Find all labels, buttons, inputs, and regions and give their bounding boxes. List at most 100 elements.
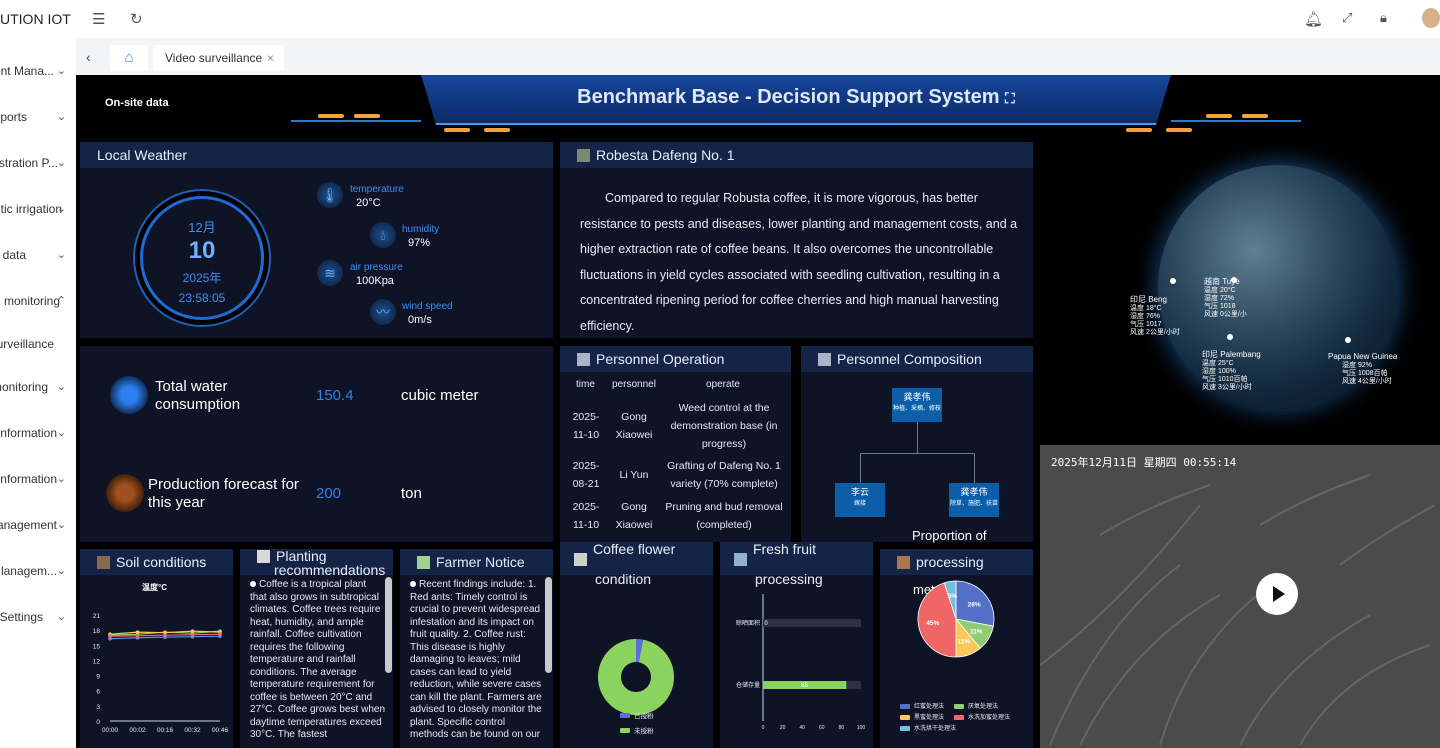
sidebar-item-0[interactable]: ent Mana...⌄ (0, 62, 76, 82)
person-part: Xiaowei (615, 429, 653, 441)
sidebar-item-label: data (2, 248, 26, 262)
lock-icon[interactable]: 🔒︎ (1380, 10, 1387, 26)
farmer-text-wrap: Recent findings include: 1. Red ants: Ti… (410, 579, 545, 742)
personnel-composition-panel: Personnel Composition 龚孝伟 种植、采摘、修枝 李云 嫁接 龚… (801, 346, 1033, 543)
close-icon[interactable]: × (267, 45, 274, 71)
date-part: 2025- (572, 460, 600, 472)
x-tick-label: 00:16 (157, 727, 174, 734)
tab-video-surveillance[interactable]: Video surveillance × (153, 45, 284, 71)
series-point (135, 630, 140, 634)
date-part: 08-21 (572, 478, 600, 490)
op-part: Grafting of Dafeng No. 1 (667, 460, 781, 472)
menu-fold-icon[interactable]: ☰ (92, 10, 105, 28)
variety-description: Compared to regular Robusta coffee, it i… (580, 191, 1018, 333)
scrollbar[interactable] (545, 577, 552, 673)
avatar[interactable] (1422, 8, 1440, 28)
x-tick-label: 40 (799, 725, 805, 731)
video-player[interactable]: 2025年12月11日 星期四 00:55:14 (1040, 445, 1440, 748)
org-connector (860, 453, 975, 454)
wind-label: wind speed (402, 301, 453, 312)
sidebar-item-label: anagement (0, 518, 57, 532)
chevron-down-icon: ⌄ (56, 427, 66, 439)
series-point (163, 633, 167, 637)
row-operate: Pruning and bud removal (completed) (658, 498, 790, 534)
globe-weather-line: 湿度 100% (1202, 366, 1236, 375)
y-tick-label: 9 (96, 674, 100, 681)
refresh-icon[interactable]: ↻ (130, 10, 143, 28)
forecast-label-line2: this year (148, 494, 205, 511)
sidebar-item-1[interactable]: ports ⌄ (0, 108, 76, 128)
sidebar-item-6[interactable]: urveillance (0, 335, 76, 355)
planting-text: Coffee is a tropical plant that also gro… (250, 579, 385, 740)
sidebar-item-label: urveillance (0, 337, 54, 351)
bell-icon[interactable]: 🔔︎ (1304, 10, 1323, 28)
header-accent (484, 128, 510, 132)
water-drop-icon (110, 376, 148, 414)
scrollbar[interactable] (385, 577, 392, 673)
coffee-bean-icon (106, 474, 144, 512)
planting-panel: Planting recommendations Coffee is a trop… (240, 549, 393, 748)
op-part: variety (70% complete) (670, 478, 778, 490)
header-accent (1166, 128, 1192, 132)
forecast-unit: ton (401, 485, 422, 502)
sidebar-item-label: ports (0, 110, 27, 124)
header-accent (318, 114, 344, 118)
sidebar-item-5[interactable]: monitoring ⌃ (0, 292, 76, 312)
play-button[interactable] (1256, 573, 1298, 615)
chevron-down-icon: ⌄ (56, 65, 66, 77)
home-icon[interactable]: ⌂ (110, 45, 148, 71)
fullscreen-icon[interactable]: ⤢ (1342, 10, 1352, 26)
sidebar-item-4[interactable]: data ⌄ (0, 246, 76, 266)
personnel-comp-title: Personnel Composition (837, 351, 982, 367)
wind-value: 0m/s (408, 314, 432, 326)
op-part: (completed) (696, 519, 752, 531)
y-tick-label: 3 (96, 704, 100, 711)
sidebar-item-7[interactable]: nonitoring ⌄ (0, 378, 76, 398)
back-icon[interactable]: ‹ (86, 49, 91, 65)
org-connector (860, 453, 861, 483)
sidebar-item-8[interactable]: nformation ⌄ (0, 424, 76, 444)
method-pie-chart: 28% 11% 11% 45% 5% 红蜜处理法 厌氧处理法黑蜜处理法 水洗加蜜处理法水洗烘干… (900, 580, 1010, 732)
org-name: 龚孝伟 (903, 392, 931, 402)
sidebar-item-9[interactable]: nformation ⌄ (0, 470, 76, 490)
globe-label-beng: 印尼 Beng (1130, 295, 1167, 304)
org-node-right: 龚孝伟 除草、施肥、扶苗 (949, 483, 999, 517)
op-part: Pruning and bud removal (665, 501, 783, 513)
chevron-down-icon: ⌄ (56, 203, 66, 215)
org-connector (917, 422, 918, 453)
sidebar-item-label: lanagem... (0, 564, 57, 578)
soil-line-chart: 0 3 6 9 12 15 18 21 00:00 00:02 00:16 00:32 00:46 (93, 613, 229, 734)
data-label: 85 (801, 683, 808, 689)
row-person: Gong Xiaowei (610, 408, 658, 444)
header-line-right (1171, 120, 1301, 122)
water-value: 150.4 (316, 387, 354, 404)
legend-swatch (954, 704, 964, 709)
bullet-icon (410, 581, 416, 587)
globe-label-tuye: 越南 Tuye (1204, 276, 1240, 286)
header-accent (444, 128, 470, 132)
sidebar-item-12[interactable]: Settings ⌄ (0, 608, 76, 628)
personnel-operation-panel: Personnel Operation time personnel opera… (560, 346, 791, 542)
category-label: 晾晒面积 (736, 619, 760, 627)
chevron-down-icon: ⌄ (56, 473, 66, 485)
sidebar-item-10[interactable]: anagement ⌄ (0, 516, 76, 536)
sidebar-item-11[interactable]: lanagem... ⌄ (0, 562, 76, 582)
location-marker (1170, 278, 1176, 284)
org-role: 种植、采摘、修枝 (892, 406, 941, 412)
date-part: 11-10 (572, 429, 600, 441)
fullscreen-toggle-icon[interactable]: ⛶ (1005, 90, 1015, 106)
sidebar-item-3[interactable]: tic irrigation ⌄ (0, 200, 76, 220)
proportion-label: Proportion of (912, 528, 987, 543)
water-label: Total water consumption (155, 378, 240, 414)
sidebar-item-2[interactable]: stration P... ⌄ (0, 154, 76, 174)
globe-weather-line: 气压 1008百帕 (1342, 368, 1388, 377)
x-tick-label: 00:02 (129, 727, 146, 734)
globe-weather-line: 温度 20°C (1204, 285, 1236, 294)
variety-panel: Robesta Dafeng No. 1 Compared to regular… (560, 142, 1033, 338)
slice-label: 5% (948, 593, 958, 600)
farmer-title: Farmer Notice (436, 554, 525, 570)
clock-month: 12月 (188, 220, 216, 235)
date-part: 11-10 (572, 519, 600, 531)
col-personnel: personnel (612, 379, 656, 390)
slice-label: 45% (926, 620, 939, 627)
